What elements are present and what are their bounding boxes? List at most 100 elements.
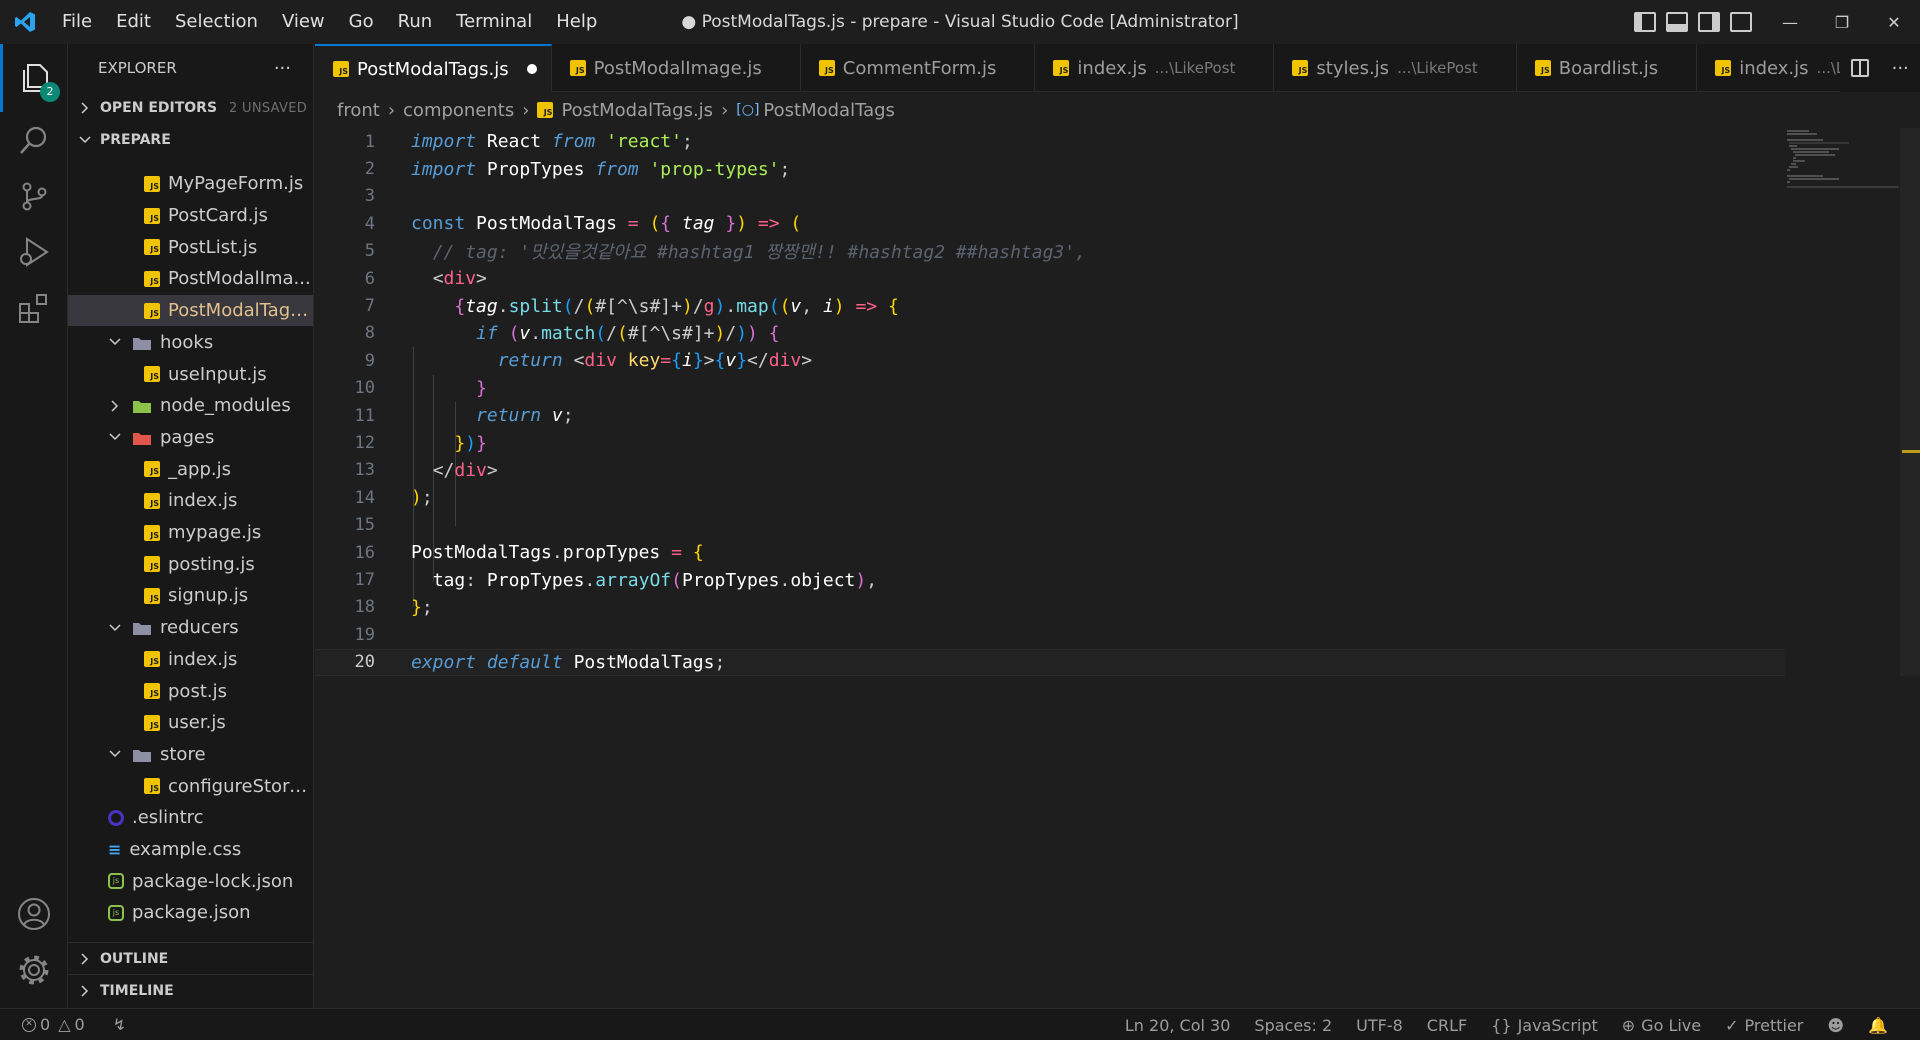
js-file-icon: JS: [1053, 60, 1070, 76]
tree-item[interactable]: reducers: [68, 612, 313, 644]
menu-file[interactable]: File: [50, 0, 104, 44]
restore-button[interactable]: ❐: [1816, 0, 1868, 44]
tab-actions: ···: [1840, 44, 1920, 92]
js-file-icon: JS: [144, 207, 160, 224]
tree-item[interactable]: ≡ example.css: [68, 834, 313, 866]
indentation[interactable]: Spaces: 2: [1254, 1016, 1332, 1035]
tree-item[interactable]: hooks: [68, 327, 313, 359]
tree-item[interactable]: JS PostList.js: [68, 231, 313, 263]
editor-tab[interactable]: JS PostModalTags.js: [315, 44, 552, 92]
manage-gear-icon[interactable]: [0, 936, 68, 1004]
tab-label: index.js: [1077, 57, 1147, 79]
code-line: 10 }: [354, 377, 487, 399]
symbol-variable-icon: [○]: [736, 102, 760, 118]
braces-icon: {}: [1491, 1015, 1512, 1035]
breadcrumb-item[interactable]: PostModalTags.js: [561, 100, 713, 121]
toggle-panel-icon[interactable]: [1666, 12, 1688, 32]
customize-layout-icon[interactable]: [1730, 12, 1752, 32]
tree-item[interactable]: store: [68, 739, 313, 771]
tree-item[interactable]: JS PostModalTags...: [68, 294, 313, 327]
tree-item[interactable]: node_modules: [68, 390, 313, 422]
tree-item[interactable]: JS posting.js: [68, 548, 313, 580]
tree-item[interactable]: JS index.js: [68, 485, 313, 517]
chevron-right-icon: [81, 102, 89, 114]
chevron-right-icon: [81, 984, 89, 997]
editor-tab[interactable]: JS CommentForm.js: [801, 44, 1036, 92]
cursor-position[interactable]: Ln 20, Col 30: [1125, 1016, 1231, 1035]
menu-selection[interactable]: Selection: [163, 0, 270, 44]
js-file-icon: JS: [144, 778, 160, 795]
tree-item[interactable]: pages: [68, 422, 313, 454]
split-editor-icon[interactable]: [1851, 59, 1870, 77]
explorer-badge: 2: [40, 82, 60, 102]
tree-item[interactable]: JS post.js: [68, 675, 313, 707]
tree-item-label: reducers: [160, 617, 239, 639]
tree-item-label: _app.js: [168, 458, 231, 480]
menu-go[interactable]: Go: [337, 0, 386, 44]
json-file-icon: js: [108, 873, 124, 890]
breadcrumb-item[interactable]: front: [337, 100, 380, 121]
extensions-icon[interactable]: [0, 274, 68, 342]
tree-item[interactable]: JS PostModalIma...: [68, 263, 313, 295]
tree-item-label: mypage.js: [168, 522, 262, 544]
go-live-button[interactable]: ⊕ Go Live: [1622, 1016, 1701, 1035]
editor-scrollbar[interactable]: [1900, 128, 1920, 676]
unsaved-dot-icon[interactable]: [526, 64, 537, 74]
breadcrumb-item[interactable]: components: [403, 100, 514, 121]
encoding[interactable]: UTF-8: [1356, 1016, 1403, 1035]
more-actions-icon[interactable]: ···: [1892, 58, 1909, 79]
prettier-button[interactable]: ✓ Prettier: [1725, 1016, 1803, 1035]
folder-icon: [132, 747, 152, 762]
open-editors-section[interactable]: OPEN EDITORS 2 UNSAVED: [68, 92, 313, 124]
breadcrumb-item[interactable]: PostModalTags: [763, 100, 895, 121]
menu-terminal[interactable]: Terminal: [444, 0, 544, 44]
tab-label: PostModalTags.js: [357, 58, 509, 80]
editor-tab[interactable]: JS index.js ...\Like: [1697, 44, 1840, 92]
editor-tab[interactable]: JS styles.js ...\LikePost: [1274, 44, 1517, 92]
explorer-more-button[interactable]: ···: [274, 58, 291, 79]
code-line: 5 // tag: '맛있을것같아요 #hashtag1 짱짱맨!! #hash…: [364, 241, 1086, 264]
notifications-bell-icon[interactable]: 🔔: [1868, 1016, 1888, 1035]
tree-item[interactable]: JS signup.js: [68, 580, 313, 612]
editor-tab[interactable]: JS Boardlist.js: [1517, 44, 1698, 92]
line-ending[interactable]: CRLF: [1427, 1016, 1467, 1035]
language-mode[interactable]: {} JavaScript: [1491, 1016, 1598, 1035]
problems-indicator[interactable]: ✕ 0 △ 0: [22, 1015, 85, 1034]
tree-item[interactable]: js package.json: [68, 897, 313, 929]
tree-item[interactable]: JS user.js: [68, 707, 313, 739]
feedback-icon[interactable]: ☻: [1827, 1016, 1844, 1035]
tree-item[interactable]: JS index.js: [68, 644, 313, 676]
tree-item[interactable]: JS _app.js: [68, 453, 313, 485]
tree-item[interactable]: JS useInput.js: [68, 358, 313, 390]
toggle-primary-sidebar-icon[interactable]: [1634, 12, 1656, 32]
menu-view[interactable]: View: [270, 0, 337, 44]
menu-run[interactable]: Run: [386, 0, 445, 44]
code-line: 3: [364, 186, 375, 207]
lightning-icon[interactable]: ↯: [113, 1015, 126, 1034]
tree-item-label: example.css: [129, 839, 242, 861]
outline-section[interactable]: OUTLINE: [68, 942, 313, 974]
js-file-icon: JS: [144, 175, 160, 192]
minimize-button[interactable]: —: [1764, 0, 1816, 44]
project-section[interactable]: PREPARE: [68, 124, 313, 156]
menu-help[interactable]: Help: [544, 0, 609, 44]
tree-item-label: user.js: [168, 712, 226, 734]
js-file-icon: JS: [144, 366, 160, 383]
tree-item[interactable]: JS configureStore.js: [68, 770, 313, 802]
close-window-button[interactable]: ✕: [1868, 0, 1920, 44]
menu-edit[interactable]: Edit: [104, 0, 163, 44]
timeline-section[interactable]: TIMELINE: [68, 974, 313, 1006]
editor-tab[interactable]: JS PostModalImage.js: [552, 44, 801, 92]
tree-item[interactable]: JS mypage.js: [68, 517, 313, 549]
json-file-icon: js: [108, 904, 124, 921]
minimap[interactable]: [1785, 128, 1900, 188]
tree-item[interactable]: JS PostCard.js: [68, 200, 313, 232]
vscode-logo-icon[interactable]: [0, 0, 50, 44]
explorer-icon[interactable]: 2: [0, 44, 68, 112]
editor-tab[interactable]: JS index.js ...\LikePost: [1035, 44, 1275, 92]
code-editor[interactable]: 1 import React from 'react'; 2 import Prop…: [315, 128, 1905, 1008]
tree-item[interactable]: JS MyPageForm.js: [68, 168, 313, 200]
tree-item[interactable]: js package-lock.json: [68, 865, 313, 897]
tree-item[interactable]: .eslintrc: [68, 802, 313, 834]
toggle-secondary-sidebar-icon[interactable]: [1698, 12, 1720, 32]
